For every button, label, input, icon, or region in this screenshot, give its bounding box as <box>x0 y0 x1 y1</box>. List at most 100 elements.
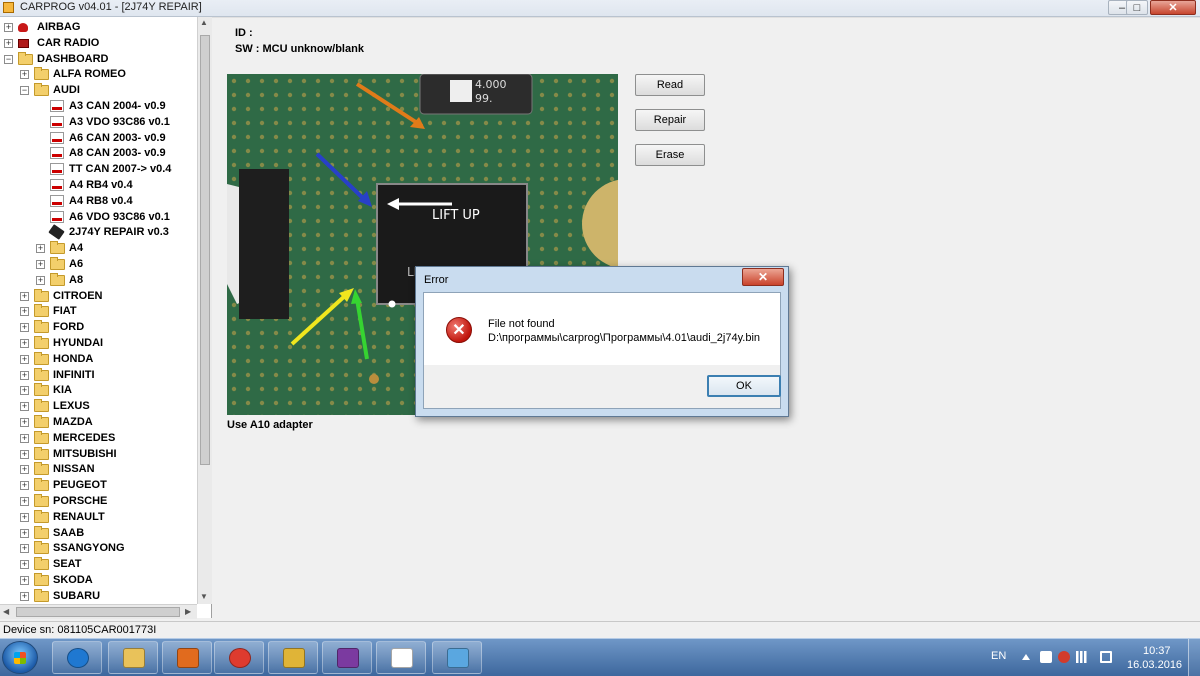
tree-expander-icon[interactable]: + <box>36 260 45 269</box>
tree-expander-icon[interactable]: + <box>20 371 29 380</box>
tree-item-label: SUBARU <box>53 590 101 602</box>
explorer-icon <box>123 648 145 668</box>
tree-expander-icon[interactable]: + <box>4 39 13 48</box>
tree-expander-icon[interactable]: + <box>20 339 29 348</box>
language-indicator[interactable]: EN <box>991 650 1006 662</box>
tree-expander-icon[interactable]: + <box>36 276 45 285</box>
tree-expander-icon[interactable]: − <box>20 86 29 95</box>
tree-item-label: DASHBOARD <box>37 53 109 65</box>
tree-expander-icon[interactable]: − <box>4 55 13 64</box>
tree-item-label: A6 VDO 93C86 v0.1 <box>69 211 170 223</box>
tree-expander-icon[interactable]: + <box>20 529 29 538</box>
volume-icon[interactable] <box>1100 651 1112 663</box>
tree-expander-icon[interactable]: + <box>20 434 29 443</box>
tree-hscroll-thumb[interactable] <box>16 607 180 617</box>
folder-icon <box>34 541 49 554</box>
window-title-bar[interactable]: CARPROG v04.01 - [2J74Y REPAIR] – □ ✕ <box>0 0 1200 17</box>
ie-icon <box>67 648 89 668</box>
tree-item-label: SKODA <box>53 574 93 586</box>
tree-expander-icon[interactable]: + <box>20 450 29 459</box>
tree-expander-icon[interactable]: + <box>20 307 29 316</box>
tree-item-label: MAZDA <box>53 416 93 428</box>
window-title: CARPROG v04.01 - [2J74Y REPAIR] <box>20 1 202 13</box>
tree-item-label: A3 VDO 93C86 v0.1 <box>69 116 170 128</box>
tree-item-label: MITSUBISHI <box>53 448 117 460</box>
read-button[interactable]: Read <box>635 74 705 96</box>
ok-button[interactable]: OK <box>707 375 781 397</box>
tree-expander-icon[interactable]: + <box>20 418 29 427</box>
tree-expander-icon[interactable]: + <box>20 481 29 490</box>
show-hidden-icons-icon[interactable] <box>1022 654 1030 660</box>
tree-expander-icon[interactable]: + <box>20 292 29 301</box>
tree-expander-icon[interactable]: + <box>36 244 45 253</box>
folder-icon <box>34 83 49 96</box>
taskbar-button[interactable] <box>162 641 212 674</box>
close-button[interactable]: ✕ <box>1150 0 1196 15</box>
tree-expander-icon[interactable]: + <box>20 70 29 79</box>
tree-expander-icon[interactable]: + <box>20 355 29 364</box>
audi-icon <box>50 195 64 207</box>
folder-icon <box>34 304 49 317</box>
tree-item-label: KIA <box>53 384 72 396</box>
tree-expander-icon[interactable]: + <box>20 386 29 395</box>
taskbar-button[interactable] <box>268 641 318 674</box>
error-dialog[interactable]: Error ✕ ✕ File not found D:\программы\ca… <box>415 266 789 417</box>
folder-icon <box>34 589 49 602</box>
tree-expander-icon[interactable]: + <box>20 560 29 569</box>
taskbar-button[interactable] <box>376 641 426 674</box>
tree-item-label: A4 <box>69 242 84 254</box>
erase-button[interactable]: Erase <box>635 144 705 166</box>
tree-expander-icon[interactable]: + <box>20 465 29 474</box>
tree-item-label: HONDA <box>53 353 94 365</box>
tree-vertical-scrollbar[interactable]: ▲ ▼ <box>197 17 212 604</box>
device-tree[interactable]: + AIRBAG + CAR RADIO − DASHBOARD + ALFA ROMEO − A… <box>0 17 212 618</box>
taskbar-button[interactable] <box>432 641 482 674</box>
scroll-right-arrow-icon[interactable]: ▶ <box>185 607 191 616</box>
folder-icon <box>34 399 49 412</box>
audi-icon <box>50 211 64 223</box>
tree-expander-icon[interactable]: + <box>20 544 29 553</box>
tree-expander-icon[interactable]: + <box>20 497 29 506</box>
audi-icon <box>50 100 64 112</box>
tree-item-label: SSANGYONG <box>53 542 125 554</box>
tree-expander-icon[interactable]: + <box>20 513 29 522</box>
network-signal-icon[interactable] <box>1076 651 1088 663</box>
tree-scroll-thumb[interactable] <box>200 35 210 465</box>
scroll-left-arrow-icon[interactable]: ◀ <box>3 607 9 616</box>
action-center-icon[interactable] <box>1040 651 1052 663</box>
folder-icon <box>34 573 49 586</box>
chrome-icon <box>229 648 251 668</box>
start-button[interactable] <box>2 641 38 674</box>
taskbar-button[interactable] <box>322 641 372 674</box>
show-desktop-button[interactable] <box>1188 639 1200 676</box>
tree-horizontal-scrollbar[interactable]: ◀ ▶ <box>0 604 197 619</box>
tree-item-label: A8 CAN 2003- v0.9 <box>69 147 166 159</box>
folder-icon <box>18 52 33 65</box>
dialog-close-button[interactable]: ✕ <box>742 268 784 286</box>
clock-time[interactable]: 10:37 <box>1143 645 1171 657</box>
chip-icon <box>48 224 65 240</box>
tree-item-label: A4 RB4 v0.4 <box>69 179 133 191</box>
tree-expander-icon[interactable]: + <box>4 23 13 32</box>
security-icon[interactable] <box>1058 651 1070 663</box>
clock-date[interactable]: 16.03.2016 <box>1127 659 1182 671</box>
tree-expander-icon[interactable]: + <box>20 402 29 411</box>
tree-item-label: AUDI <box>53 84 80 96</box>
folder-icon <box>50 241 65 254</box>
folder-icon <box>34 462 49 475</box>
folder-icon <box>34 383 49 396</box>
tree-expander-icon[interactable]: + <box>20 576 29 585</box>
tree-item-label: INFINITI <box>53 369 95 381</box>
tree-expander-icon[interactable]: + <box>20 323 29 332</box>
scroll-up-arrow-icon[interactable]: ▲ <box>200 18 208 27</box>
radio-icon <box>18 39 29 48</box>
maximize-button[interactable]: □ <box>1126 0 1148 15</box>
taskbar-button[interactable] <box>214 641 264 674</box>
repair-button[interactable]: Repair <box>635 109 705 131</box>
tree-expander-icon[interactable]: + <box>20 592 29 601</box>
taskbar: EN 10:37 16.03.2016 <box>0 638 1200 676</box>
scroll-down-arrow-icon[interactable]: ▼ <box>200 592 208 601</box>
tree-item-label: ALFA ROMEO <box>53 68 126 80</box>
taskbar-button[interactable] <box>52 641 102 674</box>
taskbar-button[interactable] <box>108 641 158 674</box>
